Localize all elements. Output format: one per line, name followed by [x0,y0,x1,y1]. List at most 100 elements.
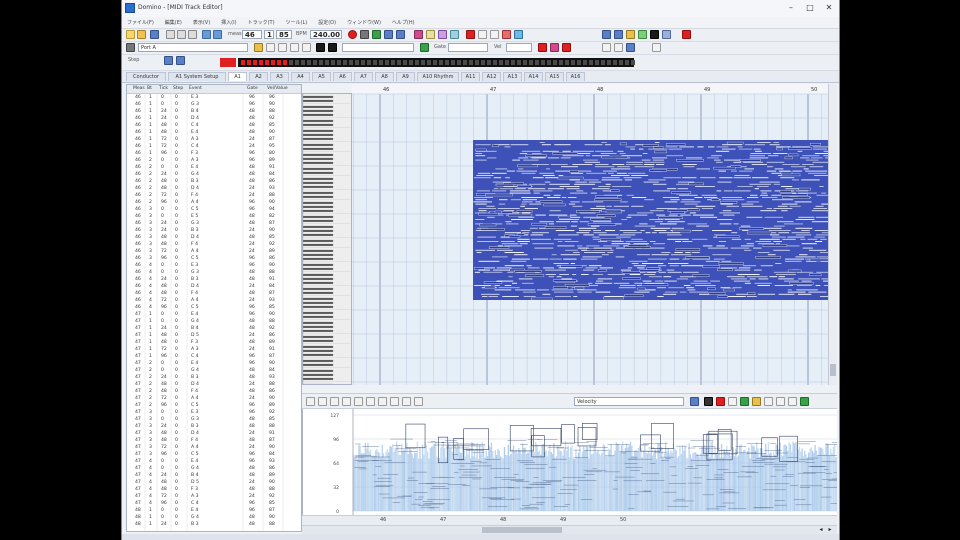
select-tool-icon[interactable] [402,397,411,406]
quantize-icon[interactable] [328,43,337,52]
tab-a4[interactable]: A4 [291,72,310,81]
mute-icon[interactable] [502,30,511,39]
brush-icon[interactable] [290,43,299,52]
lock-icon[interactable] [752,397,761,406]
brush-tool-icon[interactable] [354,397,363,406]
vertical-zoom-icon[interactable] [602,43,611,52]
measure-display[interactable]: 46 [242,30,262,39]
table-row[interactable]: 47 3 24 0 B 3 48 88 [127,423,301,430]
piano-roll[interactable]: 46 47 48 49 50 [352,84,828,385]
zoom-tool-icon[interactable] [414,397,423,406]
table-row[interactable]: 47 4 72 0 A 3 24 92 [127,493,301,500]
pen-tool-icon[interactable] [390,397,399,406]
table-row[interactable]: 47 4 0 0 E 4 96 93 [127,458,301,465]
table-row[interactable]: 47 1 0 0 E 4 96 90 [127,311,301,318]
table-row[interactable]: 47 2 24 0 B 3 48 93 [127,374,301,381]
table-row[interactable]: 47 1 48 0 F 3 48 89 [127,339,301,346]
menu-item-7[interactable]: ウィンドウ(W) [347,19,381,26]
table-row[interactable]: 47 4 48 0 F 3 48 88 [127,486,301,493]
event-list-column-header[interactable]: Event [189,86,202,91]
stop-icon[interactable] [360,30,369,39]
curve-tool-2-icon[interactable] [342,397,351,406]
tab-a7[interactable]: A7 [354,72,373,81]
event-list-column-header[interactable]: Bt [147,86,152,91]
table-row[interactable]: 48 1 24 0 B 3 48 88 [127,521,301,528]
tie-icon[interactable] [550,43,559,52]
metronome-icon[interactable] [426,30,435,39]
table-row[interactable]: 47 2 0 0 G 4 48 84 [127,367,301,374]
title-bar[interactable]: Domino - [MIDI Track Editor] – □ ✕ [122,0,839,18]
table-row[interactable]: 47 1 72 0 A 3 24 91 [127,346,301,353]
table-row[interactable]: 46 3 96 0 C 5 96 86 [127,255,301,262]
piano-keyboard[interactable] [302,93,352,385]
rewind-icon[interactable] [384,30,393,39]
panic-icon[interactable] [682,30,691,39]
menu-item-2[interactable]: 表示(V) [193,19,210,26]
track-list-icon[interactable] [638,30,647,39]
tab-a15[interactable]: A15 [545,72,564,81]
event-list-column-header[interactable]: Tick [159,86,168,91]
table-row[interactable]: 47 3 48 0 D 4 24 91 [127,430,301,437]
controller-menu-icon[interactable] [690,397,699,406]
select-icon[interactable] [478,30,487,39]
table-row[interactable]: 46 3 24 0 G 3 48 87 [127,220,301,227]
vertical-scroll-thumb[interactable] [830,364,836,376]
port-selector[interactable]: Port A [138,43,248,52]
table-row[interactable]: 46 3 48 0 D 4 48 85 [127,234,301,241]
step-forward-icon[interactable] [176,56,185,65]
event-list-column-header[interactable]: Vel/Value [267,86,288,91]
table-row[interactable]: 46 3 0 0 C 5 96 94 [127,206,301,213]
table-row[interactable]: 46 4 48 0 F 4 48 87 [127,290,301,297]
tab-a10-rhythm[interactable]: A10 Rhythm [417,72,459,81]
scroll-left-icon[interactable]: ◂ [817,526,825,534]
table-row[interactable]: 47 4 48 0 D 5 24 90 [127,479,301,486]
table-row[interactable]: 46 2 48 0 B 3 48 86 [127,178,301,185]
tab-a11[interactable]: A11 [461,72,480,81]
table-row[interactable]: 47 2 0 0 E 4 96 90 [127,360,301,367]
redo-icon[interactable] [213,30,222,39]
velocity-editor[interactable]: 127 96 64 32 0 [302,409,837,515]
velocity-canvas[interactable]: 1279664320 [303,409,837,515]
tab-a12[interactable]: A12 [482,72,501,81]
table-row[interactable]: 47 4 96 0 C 4 96 85 [127,500,301,507]
paste-icon[interactable] [188,30,197,39]
tab-a2[interactable]: A2 [249,72,268,81]
table-row[interactable]: 46 2 24 0 G 4 48 84 [127,171,301,178]
table-row[interactable]: 46 1 0 0 G 3 96 90 [127,101,301,108]
table-row[interactable]: 46 3 24 0 B 3 24 90 [127,227,301,234]
table-row[interactable]: 46 2 0 0 A 3 96 89 [127,157,301,164]
table-row[interactable]: 46 1 24 0 B 4 48 88 [127,108,301,115]
quantize-selector[interactable] [342,43,414,52]
tab-a5[interactable]: A5 [312,72,331,81]
copy-icon[interactable] [177,30,186,39]
tab-a8[interactable]: A8 [375,72,394,81]
table-row[interactable]: 46 3 72 0 A 4 24 89 [127,248,301,255]
step-back-icon[interactable] [164,56,173,65]
event-list-column-header[interactable]: Meas [133,86,145,91]
tab-a16[interactable]: A16 [566,72,585,81]
snap-icon[interactable] [420,43,429,52]
event-list-icon[interactable] [662,30,671,39]
table-row[interactable]: 47 2 72 0 A 4 24 90 [127,395,301,402]
eraser-tool-icon[interactable] [366,397,375,406]
fast-forward-icon[interactable] [396,30,405,39]
menu-item-4[interactable]: トラック(T) [248,19,275,26]
table-row[interactable]: 47 1 0 0 G 4 48 88 [127,318,301,325]
window-tile-icon[interactable] [602,30,611,39]
table-row[interactable]: 47 1 96 0 C 4 96 87 [127,353,301,360]
tempo-display[interactable]: 240.00 [310,30,342,39]
table-row[interactable]: 48 1 0 0 G 4 48 90 [127,514,301,521]
tab-conductor[interactable]: Conductor [126,72,166,81]
table-row[interactable]: 46 2 96 0 A 4 96 90 [127,199,301,206]
table-row[interactable]: 47 3 0 0 E 3 96 92 [127,409,301,416]
paste-controller-icon[interactable] [776,397,785,406]
table-row[interactable]: 46 3 48 0 F 4 24 92 [127,241,301,248]
table-row[interactable]: 47 3 0 0 G 3 48 85 [127,416,301,423]
grid-icon[interactable] [490,30,499,39]
table-row[interactable]: 46 1 48 0 E 4 48 90 [127,129,301,136]
minimize-button[interactable]: – [782,2,800,14]
scroll-lock-icon[interactable] [626,43,635,52]
controller-selector[interactable]: Velocity [574,397,684,406]
event-list-column-header[interactable]: Step [173,86,183,91]
piano-roll-icon[interactable] [650,30,659,39]
